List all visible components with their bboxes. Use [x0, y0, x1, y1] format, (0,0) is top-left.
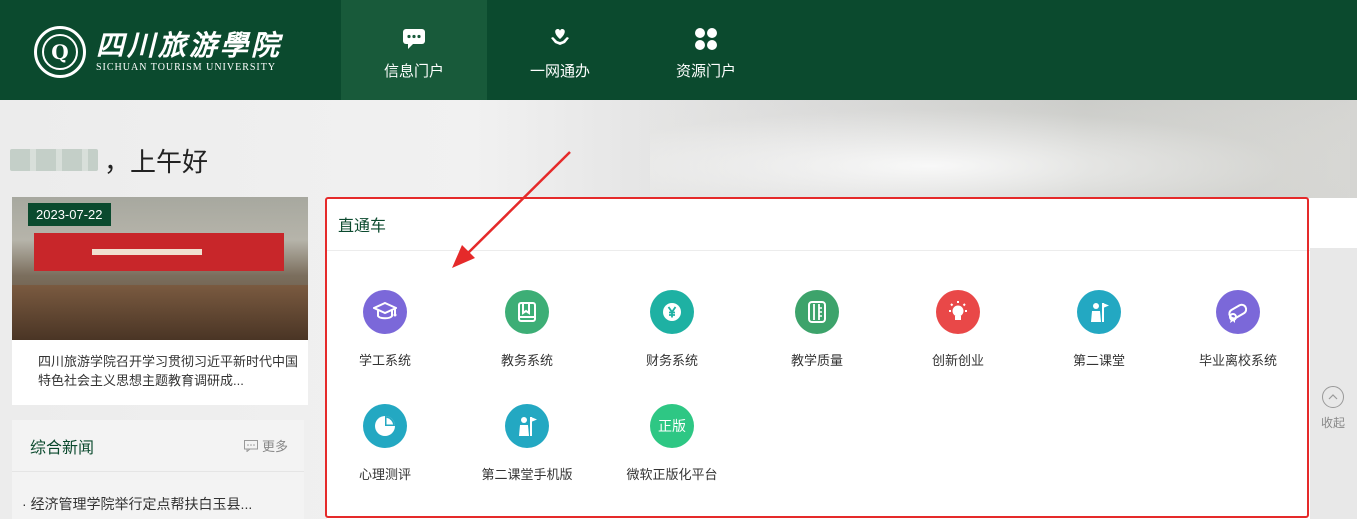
lightbulb-icon	[936, 290, 980, 334]
person-flag-icon	[505, 404, 549, 448]
panel-side-strip	[1310, 248, 1357, 519]
clover-icon	[633, 26, 779, 52]
person-flag-icon	[1077, 290, 1121, 334]
nav-label: 信息门户	[383, 63, 444, 80]
app-label: 第二课堂	[1072, 353, 1125, 368]
app-label: 微软正版化平台	[626, 467, 718, 482]
news-item-title: 经济管理学院举行定点帮扶白玉县...	[30, 496, 253, 512]
news-date-badge: 2023-07-22	[28, 203, 111, 226]
nav-info-portal[interactable]: 信息门户	[341, 0, 487, 100]
app-second-classroom-mobile[interactable]: 第二课堂手机版	[457, 404, 597, 483]
app-label: 教学质量	[790, 353, 843, 368]
chat-bubble-icon	[341, 26, 487, 52]
app-microsoft-genuine-platform[interactable]: 正版 微软正版化平台	[602, 404, 742, 483]
diploma-icon	[1216, 290, 1260, 334]
genuine-badge-icon: 正版	[650, 404, 694, 448]
general-news-header: 综合新闻 更多	[12, 420, 304, 472]
news-title[interactable]: 四川旅游学院召开学习贯彻习近平新时代中国特色社会主义思想主题教育调研成...	[38, 352, 306, 390]
general-news-section: 综合新闻 更多 · 经济管理学院举行定点帮扶白玉县...	[12, 420, 304, 519]
greeting-text: ，上午好	[104, 146, 209, 177]
top-nav-bar: Q 四川旅游學院 SICHUAN TOURISM UNIVERSITY 信息门户…	[0, 0, 1357, 100]
nav-label: 一网通办	[529, 63, 590, 80]
nav-one-stop-service[interactable]: 一网通办	[487, 0, 633, 100]
heart-hand-icon	[487, 26, 633, 52]
app-innovation-entrepreneurship[interactable]: 创新创业	[888, 290, 1028, 369]
chat-more-icon	[243, 439, 258, 452]
list-item[interactable]: · 经济管理学院举行定点帮扶白玉县...	[22, 494, 252, 514]
app-psychological-assessment[interactable]: 心理测评	[315, 404, 455, 483]
graduation-cap-icon	[363, 290, 407, 334]
logo-english-name: SICHUAN TOURISM UNIVERSITY	[96, 62, 277, 73]
news-photo-detail	[92, 249, 202, 255]
through-train-title: 直通车	[338, 218, 387, 235]
more-label: 更多	[261, 439, 288, 454]
logo-chinese-name: 四川旅游學院	[96, 29, 283, 62]
app-label: 学工系统	[358, 353, 411, 368]
app-second-classroom[interactable]: 第二课堂	[1029, 290, 1169, 369]
news-photo-table	[12, 285, 308, 340]
app-finance[interactable]: 财务系统	[602, 290, 742, 369]
app-teaching-quality[interactable]: 教学质量	[747, 290, 887, 369]
app-student-affairs[interactable]: 学工系统	[315, 290, 455, 369]
app-label: 教务系统	[500, 353, 553, 368]
university-logo[interactable]: Q 四川旅游學院 SICHUAN TOURISM UNIVERSITY	[34, 22, 294, 82]
blurred-username	[10, 149, 98, 171]
pie-chart-icon	[363, 404, 407, 448]
greeting: ，上午好	[10, 142, 208, 178]
app-label: 创新创业	[931, 353, 984, 368]
nav-label: 资源门户	[675, 63, 736, 80]
app-label: 第二课堂手机版	[481, 467, 573, 482]
yen-icon	[650, 290, 694, 334]
app-graduation-system[interactable]: 毕业离校系统	[1168, 290, 1308, 369]
app-label: 财务系统	[645, 353, 698, 368]
news-photo[interactable]: 2023-07-22	[12, 197, 308, 340]
app-label: 毕业离校系统	[1198, 353, 1277, 368]
ruler-icon	[795, 290, 839, 334]
app-academic-affairs[interactable]: 教务系统	[457, 290, 597, 369]
featured-news-card[interactable]: 2023-07-22 四川旅游学院召开学习贯彻习近平新时代中国特色社会主义思想主…	[12, 197, 308, 405]
collapse-label: 收起	[1320, 416, 1345, 430]
divider	[327, 250, 1310, 251]
nav-resource-portal[interactable]: 资源门户	[633, 0, 779, 100]
chevron-up-icon	[1322, 386, 1344, 408]
university-emblem-icon: Q	[34, 26, 86, 78]
app-label: 心理测评	[358, 467, 411, 482]
general-news-title: 综合新闻	[30, 439, 95, 457]
hero-decoration	[650, 100, 1350, 210]
more-link[interactable]: 更多	[243, 436, 288, 455]
book-icon	[505, 290, 549, 334]
genuine-badge-text: 正版	[658, 418, 686, 434]
collapse-button[interactable]: 收起	[1318, 386, 1348, 431]
